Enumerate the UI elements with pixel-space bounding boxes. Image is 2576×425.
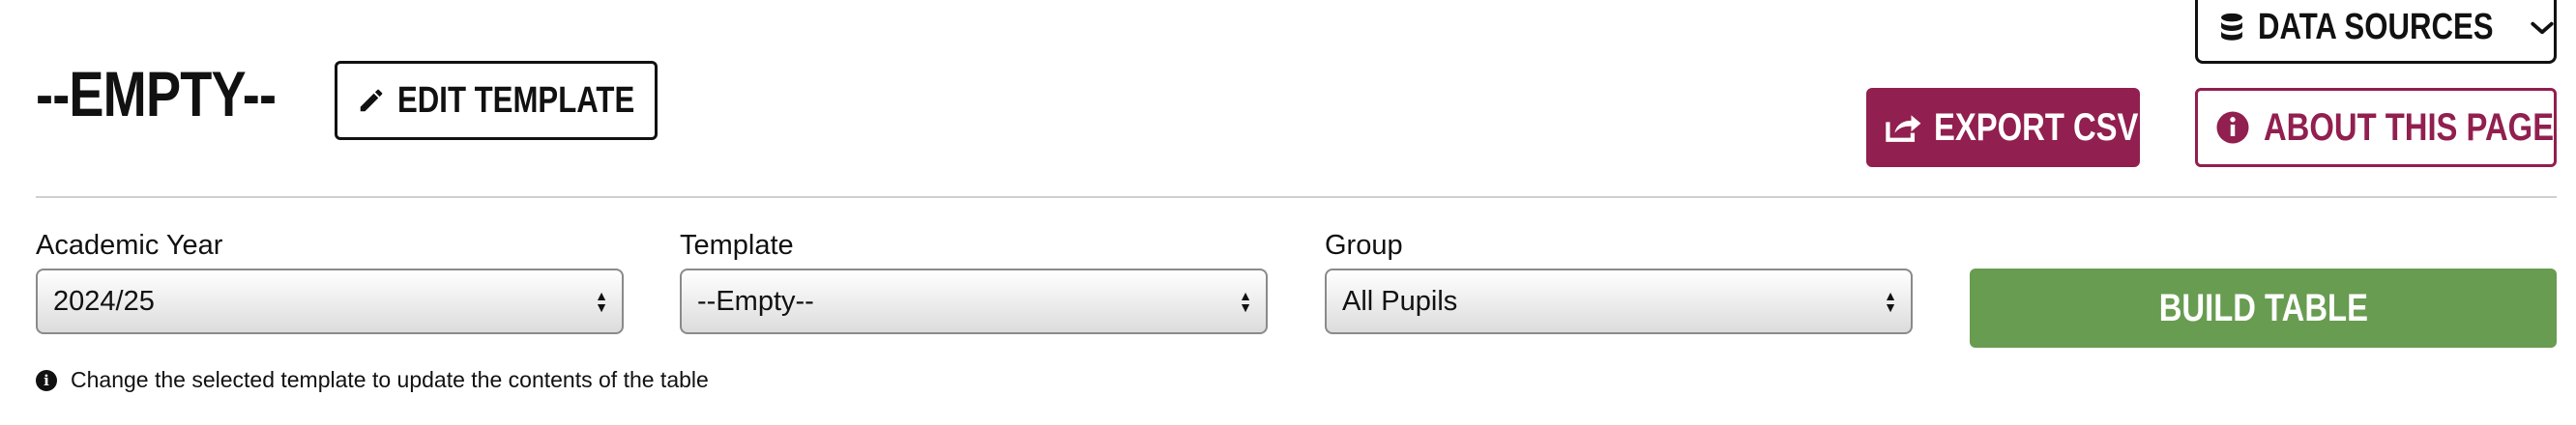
select-arrows-icon: ▲ ▼ [1884,288,1897,315]
template-info-note: i Change the selected template to update… [36,367,709,393]
data-sources-label: DATA SOURCES [2258,7,2494,47]
header-divider [36,196,2557,198]
build-table-label: BUILD TABLE [2158,286,2368,329]
share-icon [1884,111,1922,144]
info-icon: i [36,369,57,391]
edit-template-button[interactable]: EDIT TEMPLATE [335,61,658,140]
select-arrows-icon: ▲ ▼ [1239,288,1252,315]
template-value: --Empty-- [697,285,814,317]
build-table-button[interactable]: BUILD TABLE [1970,269,2557,348]
academic-year-label: Academic Year [36,230,223,261]
academic-year-value: 2024/25 [53,285,155,317]
chevron-down-icon [2530,18,2555,38]
group-value: All Pupils [1342,285,1458,317]
template-select[interactable]: --Empty-- ▲ ▼ [680,269,1268,334]
template-label: Template [680,230,794,261]
info-text: Change the selected template to update t… [71,367,709,392]
academic-year-select[interactable]: 2024/25 ▲ ▼ [36,269,624,334]
group-label: Group [1325,230,1403,261]
export-csv-button[interactable]: EXPORT CSV [1866,88,2140,167]
group-select[interactable]: All Pupils ▲ ▼ [1325,269,1913,334]
select-arrows-icon: ▲ ▼ [595,288,608,315]
pencil-icon [357,86,386,115]
data-sources-button[interactable]: DATA SOURCES [2195,0,2557,64]
about-page-label: ABOUT THIS PAGE [2264,105,2555,149]
export-csv-label: EXPORT CSV [1934,105,2139,149]
database-icon [2217,12,2246,44]
info-circle-icon [2215,110,2250,145]
page-title: --EMPTY-- [36,58,277,129]
about-page-button[interactable]: ABOUT THIS PAGE [2195,88,2557,167]
edit-template-label: EDIT TEMPLATE [397,79,635,121]
